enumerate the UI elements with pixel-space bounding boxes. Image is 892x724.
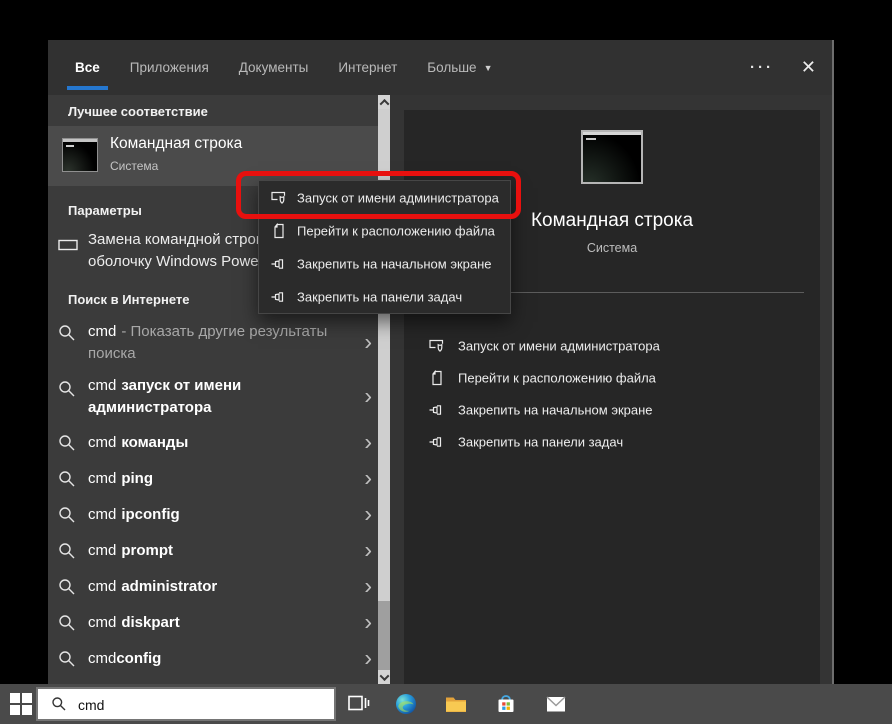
- search-suggestion[interactable]: cmdipconfig ›: [48, 497, 378, 533]
- context-menu: Запуск от имени администратора Перейти к…: [258, 180, 511, 314]
- tab-apps[interactable]: Приложения: [130, 40, 209, 95]
- close-button[interactable]: ✕: [801, 40, 816, 95]
- tab-web[interactable]: Интернет: [338, 40, 397, 95]
- search-icon: [58, 542, 76, 560]
- search-suggestion[interactable]: cmdзапуск от имени администратора ›: [48, 372, 378, 422]
- search-suggestion[interactable]: cmdadministrator ›: [48, 569, 378, 605]
- file-explorer-icon[interactable]: [444, 692, 468, 716]
- chevron-right-icon[interactable]: ›: [364, 502, 372, 525]
- search-tabs-bar: Все Приложения Документы Интернет Больше…: [48, 40, 832, 95]
- chevron-right-icon[interactable]: ›: [364, 610, 372, 633]
- chevron-right-icon[interactable]: ›: [364, 384, 372, 407]
- best-match-result[interactable]: Командная строка Система: [48, 126, 378, 186]
- pin-icon: [428, 402, 446, 418]
- chevron-up-icon: [379, 98, 389, 108]
- search-flyout-window: Все Приложения Документы Интернет Больше…: [48, 40, 834, 684]
- pin-icon: [270, 289, 288, 305]
- action-pin-to-taskbar[interactable]: Закрепить на панели задач: [404, 426, 820, 458]
- chevron-right-icon[interactable]: ›: [364, 646, 372, 669]
- search-suggestion[interactable]: cmd- Показать другие результаты поиска ›: [48, 316, 378, 370]
- overflow-menu-button[interactable]: ···: [750, 40, 774, 95]
- action-run-as-admin[interactable]: Запуск от имени администратора: [404, 330, 820, 362]
- search-icon: [58, 470, 76, 488]
- chevron-down-icon: ▼: [484, 63, 493, 73]
- settings-header: Параметры: [68, 203, 142, 218]
- pin-icon: [428, 434, 446, 450]
- mail-app-icon[interactable]: [544, 692, 568, 716]
- tab-more[interactable]: Больше ▼: [427, 40, 492, 95]
- tab-all-label: Все: [75, 60, 100, 75]
- admin-shield-icon: [428, 338, 446, 354]
- chevron-right-icon[interactable]: ›: [364, 330, 372, 353]
- search-icon: [58, 324, 76, 342]
- scrollbar-up-button[interactable]: [378, 95, 390, 109]
- search-icon: [58, 614, 76, 632]
- action-pin-to-start[interactable]: Закрепить на начальном экране: [404, 394, 820, 426]
- search-icon: [58, 434, 76, 452]
- search-icon: [58, 578, 76, 596]
- desktop: { "window": { "tabs": [ {"label": "Все"}…: [0, 0, 892, 724]
- taskbar-search-box[interactable]: [36, 687, 336, 721]
- chevron-right-icon[interactable]: ›: [364, 430, 372, 453]
- action-open-file-location[interactable]: Перейти к расположению файла: [404, 362, 820, 394]
- task-view-button[interactable]: [346, 692, 370, 716]
- tab-more-label: Больше: [427, 60, 476, 75]
- menu-item-open-file-location[interactable]: Перейти к расположению файла: [259, 214, 510, 247]
- menu-item-pin-to-start[interactable]: Закрепить на начальном экране: [259, 247, 510, 280]
- taskbar: [0, 684, 892, 724]
- edge-browser-icon[interactable]: [394, 692, 418, 716]
- tab-apps-label: Приложения: [130, 60, 209, 75]
- tab-all[interactable]: Все: [75, 40, 100, 95]
- tab-web-label: Интернет: [338, 60, 397, 75]
- file-location-icon: [270, 223, 288, 239]
- best-match-header: Лучшее соответствие: [68, 104, 208, 119]
- search-icon: [58, 380, 76, 398]
- cmd-app-icon-large: [581, 130, 643, 184]
- menu-item-pin-to-taskbar[interactable]: Закрепить на панели задач: [259, 280, 510, 313]
- windows-logo-icon: [10, 693, 20, 703]
- best-match-title: Командная строка: [110, 135, 242, 153]
- search-suggestion[interactable]: cmdping ›: [48, 461, 378, 497]
- search-icon: [58, 506, 76, 524]
- search-suggestion[interactable]: cmdкоманды ›: [48, 425, 378, 461]
- tab-documents-label: Документы: [239, 60, 309, 75]
- chevron-right-icon[interactable]: ›: [364, 466, 372, 489]
- menu-item-run-as-admin[interactable]: Запуск от имени администратора: [259, 181, 510, 214]
- tab-documents[interactable]: Документы: [239, 40, 309, 95]
- chevron-right-icon[interactable]: ›: [364, 574, 372, 597]
- search-icon: [51, 696, 67, 712]
- search-suggestion[interactable]: cmdconfig ›: [48, 641, 378, 677]
- pin-icon: [270, 256, 288, 272]
- file-location-icon: [428, 370, 446, 386]
- search-suggestion[interactable]: cmdprompt ›: [48, 533, 378, 569]
- taskbar-search-input[interactable]: [76, 689, 330, 721]
- cmd-app-icon: [62, 138, 98, 172]
- admin-shield-icon: [270, 190, 288, 206]
- microsoft-store-icon[interactable]: [494, 692, 518, 716]
- best-match-subtitle: Система: [110, 159, 158, 173]
- chevron-down-icon: [379, 671, 389, 681]
- search-suggestion[interactable]: cmddiskpart ›: [48, 605, 378, 641]
- active-tab-underline: [67, 86, 108, 90]
- chevron-right-icon[interactable]: ›: [364, 538, 372, 561]
- start-button[interactable]: [9, 692, 33, 716]
- display-settings-icon: [58, 237, 78, 258]
- web-search-header: Поиск в Интернете: [68, 292, 189, 307]
- scrollbar-down-button[interactable]: [378, 670, 390, 684]
- search-icon: [58, 650, 76, 668]
